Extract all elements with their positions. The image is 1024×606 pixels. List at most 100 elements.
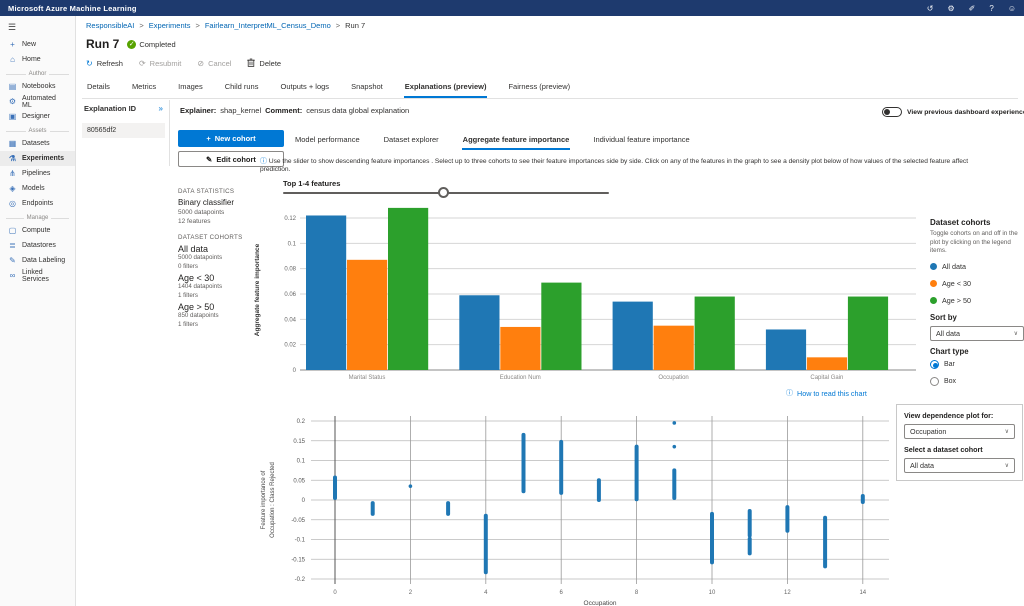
radio-label: Box: [944, 378, 956, 385]
bar-age-30[interactable]: [807, 357, 847, 370]
tab-details[interactable]: Details: [86, 78, 111, 98]
bar-age-30[interactable]: [654, 326, 694, 370]
sidebar-item-new[interactable]: + New: [0, 37, 75, 52]
explanation-id-item[interactable]: 80565df2: [82, 123, 165, 138]
bar-all-data[interactable]: [613, 302, 653, 370]
category-label[interactable]: Marital Status: [349, 375, 386, 381]
sidebar-item-data-labeling[interactable]: ✎ Data Labeling: [0, 253, 75, 268]
tab-model-performance[interactable]: Model performance: [294, 132, 361, 150]
experiments-icon: ⚗: [8, 154, 17, 163]
tab-aggregate-feature-importance[interactable]: Aggregate feature importance: [462, 132, 571, 150]
dependence-plot-chart: -0.2-0.15-0.1-0.0500.050.10.150.20246810…: [255, 408, 903, 606]
aggregate-feature-importance-chart: 00.020.040.060.080.10.12Aggregate featur…: [250, 195, 922, 387]
feature-count-slider[interactable]: [283, 192, 609, 194]
datasets-icon: ▦: [8, 139, 17, 148]
dependence-feature-select[interactable]: Occupation ∨: [904, 424, 1015, 439]
breadcrumb-experiment-name[interactable]: Fairlearn_InterpretML_Census_Demo: [205, 21, 331, 30]
y-tick-label: 0: [302, 498, 306, 504]
settings-gear-icon[interactable]: ⚙: [948, 4, 955, 13]
sidebar-item-automated-ml[interactable]: ⚙ Automated ML: [0, 94, 75, 109]
dataset-cohort-value: All data: [910, 461, 934, 470]
delete-button[interactable]: Delete: [247, 58, 281, 69]
category-label[interactable]: Occupation: [658, 375, 688, 381]
previous-dashboard-toggle[interactable]: View previous dashboard experience: [882, 107, 1024, 117]
slider-info-text: ⓘ Use the slider to show descending feat…: [260, 156, 984, 173]
sidebar-item-home[interactable]: ⌂ Home: [0, 52, 75, 67]
sort-by-select[interactable]: All data ∨: [930, 326, 1024, 341]
bar-all-data[interactable]: [766, 329, 806, 370]
sidebar-label: Datasets: [22, 140, 50, 147]
delete-label: Delete: [259, 59, 281, 68]
sidebar-item-linked-services[interactable]: ∞ Linked Services: [0, 268, 75, 283]
tab-outputs-logs[interactable]: Outputs + logs: [279, 78, 330, 98]
sidebar-item-experiments[interactable]: ⚗ Experiments: [0, 151, 75, 166]
sidebar-item-pipelines[interactable]: ⋔ Pipelines: [0, 166, 75, 181]
history-icon[interactable]: ↺: [927, 4, 934, 13]
tab-images[interactable]: Images: [177, 78, 204, 98]
chart-type-box-option[interactable]: Box: [930, 377, 1024, 386]
datastores-icon: ≣: [8, 241, 17, 250]
breadcrumb-experiments[interactable]: Experiments: [149, 21, 191, 30]
sidebar-label: Automated ML: [22, 95, 67, 109]
cancel-button[interactable]: ⊘ Cancel: [197, 59, 231, 68]
chart-type-bar-option[interactable]: Bar: [930, 360, 1024, 369]
y-axis-label: Feature importance of: [261, 470, 267, 529]
scatter-point[interactable]: [673, 445, 677, 449]
y-tick-label: -0.05: [291, 518, 305, 524]
tab-dataset-explorer[interactable]: Dataset explorer: [383, 132, 440, 150]
tab-fairness[interactable]: Fairness (preview): [507, 78, 571, 98]
breadcrumb-separator: >: [139, 21, 143, 30]
chart-type-label: Chart type: [930, 347, 1024, 356]
sidebar-item-designer[interactable]: ▣ Designer: [0, 109, 75, 124]
sidebar-item-notebooks[interactable]: ▤ Notebooks: [0, 79, 75, 94]
how-to-read-link[interactable]: ⓘ How to read this chart: [786, 388, 867, 398]
category-label[interactable]: Education Num: [500, 375, 541, 381]
bar-age-30[interactable]: [347, 260, 387, 370]
x-axis-label: Occupation: [584, 600, 617, 606]
sidebar-item-endpoints[interactable]: ◎ Endpoints: [0, 196, 75, 211]
legend-dot-orange: [930, 280, 937, 287]
delete-trash-icon: [247, 58, 255, 69]
hamburger-menu-icon[interactable]: ☰: [0, 16, 75, 37]
bar-age-50[interactable]: [541, 283, 581, 370]
refresh-button[interactable]: ↻ Refresh: [86, 59, 123, 68]
smiley-icon[interactable]: ☺: [1008, 4, 1016, 13]
info-icon: ⓘ: [260, 158, 267, 165]
sort-by-value: All data: [936, 329, 960, 338]
category-label[interactable]: Capital Gain: [810, 375, 843, 381]
bar-age-50[interactable]: [388, 208, 428, 370]
breadcrumb-responsibleai[interactable]: ResponsibleAI: [86, 21, 134, 30]
feedback-icon[interactable]: ✐: [969, 4, 976, 13]
sidebar-item-datastores[interactable]: ≣ Datastores: [0, 238, 75, 253]
help-icon[interactable]: ?: [989, 4, 993, 13]
toggle-switch[interactable]: [882, 107, 902, 117]
tab-metrics[interactable]: Metrics: [131, 78, 157, 98]
sidebar-item-models[interactable]: ◈ Models: [0, 181, 75, 196]
tab-snapshot[interactable]: Snapshot: [350, 78, 384, 98]
legend-item-age-lt-30[interactable]: Age < 30: [930, 279, 1024, 288]
new-cohort-button[interactable]: + New cohort: [178, 130, 284, 147]
sidebar-item-datasets[interactable]: ▦ Datasets: [0, 136, 75, 151]
resubmit-button[interactable]: ⟳ Resubmit: [139, 59, 181, 68]
bar-all-data[interactable]: [459, 295, 499, 370]
sidebar-item-compute[interactable]: ▢ Compute: [0, 223, 75, 238]
bar-age-30[interactable]: [500, 327, 540, 370]
x-tick-label: 6: [560, 590, 564, 596]
bar-all-data[interactable]: [306, 215, 346, 370]
tab-individual-feature-importance[interactable]: Individual feature importance: [592, 132, 690, 150]
dataset-cohort-select[interactable]: All data ∨: [904, 458, 1015, 473]
dataset-cohorts-panel-heading: Dataset cohorts: [930, 218, 1024, 227]
legend-item-all-data[interactable]: All data: [930, 262, 1024, 271]
tab-explanations[interactable]: Explanations (preview): [404, 78, 488, 98]
scatter-point[interactable]: [409, 484, 413, 488]
legend-item-age-gt-50[interactable]: Age > 50: [930, 296, 1024, 305]
sidebar-label: Notebooks: [22, 83, 55, 90]
bar-age-50[interactable]: [695, 297, 735, 370]
labeling-icon: ✎: [8, 256, 17, 265]
tab-child-runs[interactable]: Child runs: [224, 78, 260, 98]
scatter-point[interactable]: [673, 421, 677, 425]
y-tick-label: 0.05: [293, 478, 305, 484]
collapse-chevron-icon[interactable]: »: [159, 104, 163, 113]
bar-age-50[interactable]: [848, 297, 888, 370]
automl-icon: ⚙: [8, 97, 17, 106]
